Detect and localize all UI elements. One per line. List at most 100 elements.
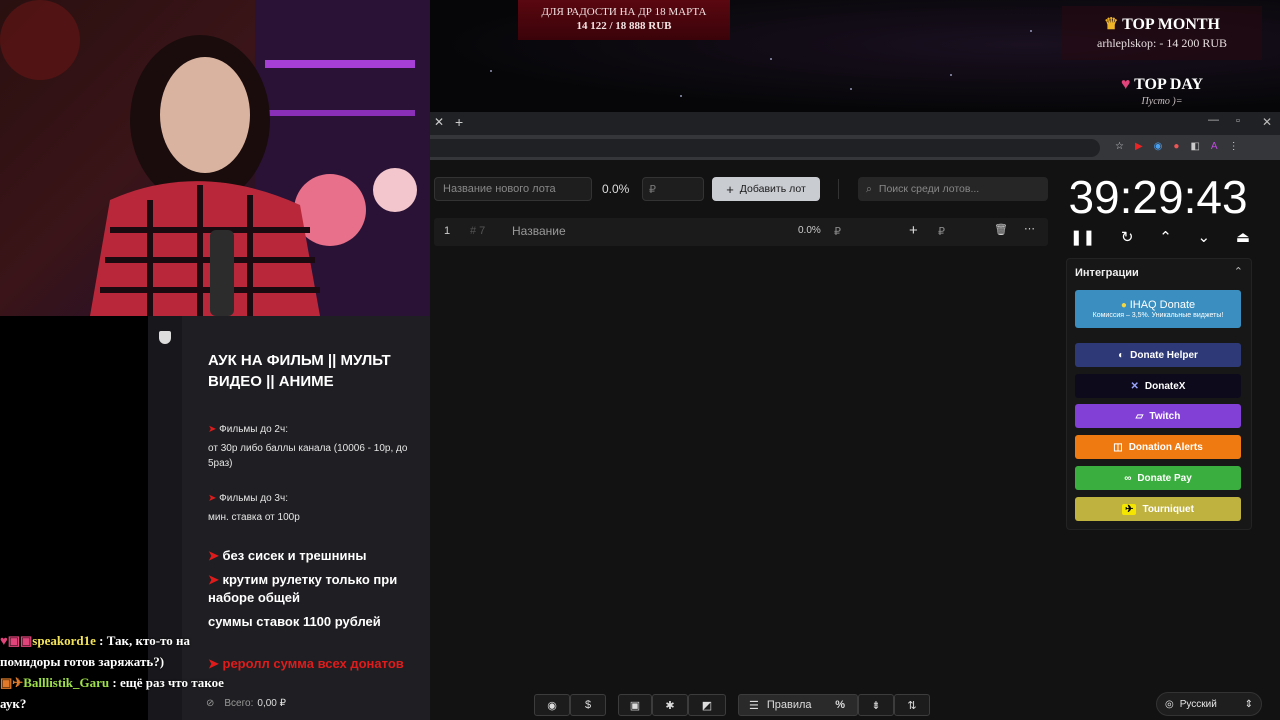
crown-icon: ♛ xyxy=(1104,16,1123,33)
amount-input[interactable]: ₽ xyxy=(642,177,704,201)
eject-icon[interactable]: ⏏ xyxy=(1236,228,1250,250)
arrow-icon: ➤ xyxy=(208,493,220,504)
timer-display: 39:29:43 xyxy=(1068,171,1248,223)
language-select[interactable]: ◎ Русский ⇕ xyxy=(1156,692,1262,716)
sort-button[interactable]: ⇅ xyxy=(894,694,930,716)
donatex-icon: ✕ xyxy=(1130,380,1139,392)
rule2-text: мин. ставка от 100р xyxy=(208,512,300,523)
extension-icon[interactable]: ● xyxy=(1173,141,1179,152)
github-icon: ◉ xyxy=(547,699,557,712)
add-lot-button[interactable]: + Добавить лот xyxy=(712,177,820,201)
top-month-title: TOP MONTH xyxy=(1122,16,1220,33)
chevron-down-icon[interactable]: ⌄ xyxy=(1198,228,1211,250)
add-bid-icon[interactable]: + xyxy=(909,222,918,239)
audio-icon[interactable]: ◉ xyxy=(1154,141,1163,152)
top-day-title: TOP DAY xyxy=(1134,76,1204,93)
lot-currency: ₽ xyxy=(834,226,841,238)
top-day-widget: ♥ TOP DAY Пусто )= xyxy=(1062,68,1262,116)
tourniquet-button[interactable]: ✈ Tourniquet xyxy=(1075,497,1241,521)
total-value: 0,00 ₽ xyxy=(257,698,286,709)
chat-badge-icon: ▣✈ xyxy=(0,675,24,690)
minimize-icon[interactable]: — xyxy=(1208,114,1219,126)
divider xyxy=(838,179,839,199)
address-bar[interactable] xyxy=(430,139,1100,157)
save-icon: ▣ xyxy=(629,699,641,712)
bug-icon: ✱ xyxy=(665,699,675,712)
rule3: без сисек и трешнины xyxy=(222,548,367,563)
percent-icon[interactable]: % xyxy=(835,699,845,711)
save-button[interactable]: ▣ xyxy=(618,694,652,716)
donation-alerts-label: Donation Alerts xyxy=(1128,441,1203,453)
rules-button[interactable]: ☰ Правила % xyxy=(738,694,858,716)
integrations-title: Интеграции xyxy=(1075,267,1139,279)
split-button[interactable]: ⇟ xyxy=(858,694,894,716)
bug-button[interactable]: ✱ xyxy=(652,694,688,716)
trash-icon[interactable]: 🗑 xyxy=(994,223,1008,236)
rule6: реролл сумма всех донатов xyxy=(222,656,404,671)
rules-icon: ☰ xyxy=(749,699,759,712)
ihaq-icon: ● xyxy=(1120,300,1127,311)
rule2-title: Фильмы до 3ч: xyxy=(219,493,288,504)
donation-alerts-button[interactable]: ◫ Donation Alerts xyxy=(1075,435,1241,459)
rule1-title: Фильмы до 2ч: xyxy=(219,424,288,435)
donate-helper-button[interactable]: ◐ Donate Helper xyxy=(1075,343,1241,367)
lot-percent: 0.0% xyxy=(798,225,821,236)
arrow-icon: ➤ xyxy=(208,424,220,435)
profile-icon[interactable]: A xyxy=(1211,141,1218,152)
top-month-value: arhleplskop: - 14 200 RUB xyxy=(1097,36,1227,50)
search-icon: ⌕ xyxy=(866,182,872,195)
donate-pay-button[interactable]: ∞ Donate Pay xyxy=(1075,466,1241,490)
search-placeholder: Поиск среди лотов... xyxy=(878,183,980,195)
goal-title: ДЛЯ РАДОСТИ НА ДР 18 МАРТА xyxy=(541,6,707,18)
new-lot-input[interactable]: Название нового лота xyxy=(434,177,592,201)
rule5: суммы ставок 1100 рублей xyxy=(208,614,381,629)
globe-icon: ◎ xyxy=(1165,698,1174,710)
lot-name[interactable]: Название xyxy=(512,224,566,238)
clear-button[interactable]: ◩ xyxy=(688,694,726,716)
star-icon[interactable]: ☆ xyxy=(1115,141,1124,152)
language-label: Русский xyxy=(1179,698,1217,710)
goal-amount: 14 122 / 18 888 RUB xyxy=(576,20,672,32)
github-button[interactable]: ◉ xyxy=(534,694,570,716)
chat-message: ♥▣▣speakord1e : Так, кто-то на помидоры … xyxy=(0,633,191,669)
panel-heading: АУК НА ФИЛЬМ || МУЛЬТ ВИДЕО || АНИМЕ xyxy=(208,352,391,390)
pause-icon[interactable]: ❚❚ xyxy=(1070,228,1095,250)
bid-currency: ₽ xyxy=(938,226,945,238)
lot-id: # 7 xyxy=(470,225,486,237)
chat-username: speakord1e xyxy=(32,633,96,648)
chat-badge-icon: ♥▣▣ xyxy=(0,633,33,648)
close-window-icon[interactable]: ✕ xyxy=(1262,115,1272,129)
ihaq-label: IHAQ Donate xyxy=(1129,299,1196,311)
rule1-text: от 30р либо баллы канала (10006 - 10р, д… xyxy=(208,443,408,469)
chat-messages: ♥▣▣speakord1e : Так, кто-то на помидоры … xyxy=(0,630,240,714)
rule4: крутим рулетку только при наборе общей xyxy=(208,572,398,605)
donate-button[interactable]: $ xyxy=(570,694,606,716)
ihaq-sub: Комиссия – 3,5%. Уникальные виджеты! xyxy=(1092,312,1224,319)
reset-icon[interactable]: ↻ xyxy=(1121,228,1134,250)
new-tab-icon[interactable]: + xyxy=(455,114,463,130)
puzzle-icon[interactable]: ◧ xyxy=(1190,141,1199,152)
donatex-label: DonateX xyxy=(1144,380,1186,392)
donate-helper-label: Donate Helper xyxy=(1130,349,1198,361)
youtube-icon[interactable]: ▶ xyxy=(1135,141,1143,152)
donate-pay-label: Donate Pay xyxy=(1137,472,1192,484)
menu-icon[interactable]: ⋮ xyxy=(1229,141,1239,152)
ihaq-donate-button[interactable]: ● IHAQ Donate Комиссия – 3,5%. Уникальны… xyxy=(1075,290,1241,328)
tourniquet-icon: ✈ xyxy=(1122,503,1137,515)
chevron-up-icon[interactable]: ⌃ xyxy=(1159,228,1172,250)
more-icon[interactable]: ⋯ xyxy=(1024,222,1035,235)
donatex-button[interactable]: ✕ DonateX xyxy=(1075,374,1241,398)
sort-icon: ⇅ xyxy=(907,699,917,712)
lot-search-input[interactable]: ⌕ Поиск среди лотов... xyxy=(858,177,1048,201)
donate-helper-icon: ◐ xyxy=(1118,349,1125,361)
collapse-icon[interactable]: ⌃ xyxy=(1234,265,1243,278)
top-month-widget: ♛ TOP MONTH arhleplskop: - 14 200 RUB xyxy=(1062,6,1262,60)
heart-icon: ♥ xyxy=(1120,76,1135,93)
twitch-button[interactable]: ▱ Twitch xyxy=(1075,404,1241,428)
chevron-updown-icon: ⇕ xyxy=(1244,698,1253,710)
close-tab-icon[interactable]: ✕ xyxy=(434,115,444,129)
lot-row[interactable]: 1 # 7 Название 0.0% ₽ + ₽ 🗑 ⋯ xyxy=(434,218,1048,246)
twitch-icon: ▱ xyxy=(1135,410,1144,422)
arrow-icon: ➤ xyxy=(208,548,223,563)
maximize-icon[interactable]: ▫ xyxy=(1236,115,1240,127)
